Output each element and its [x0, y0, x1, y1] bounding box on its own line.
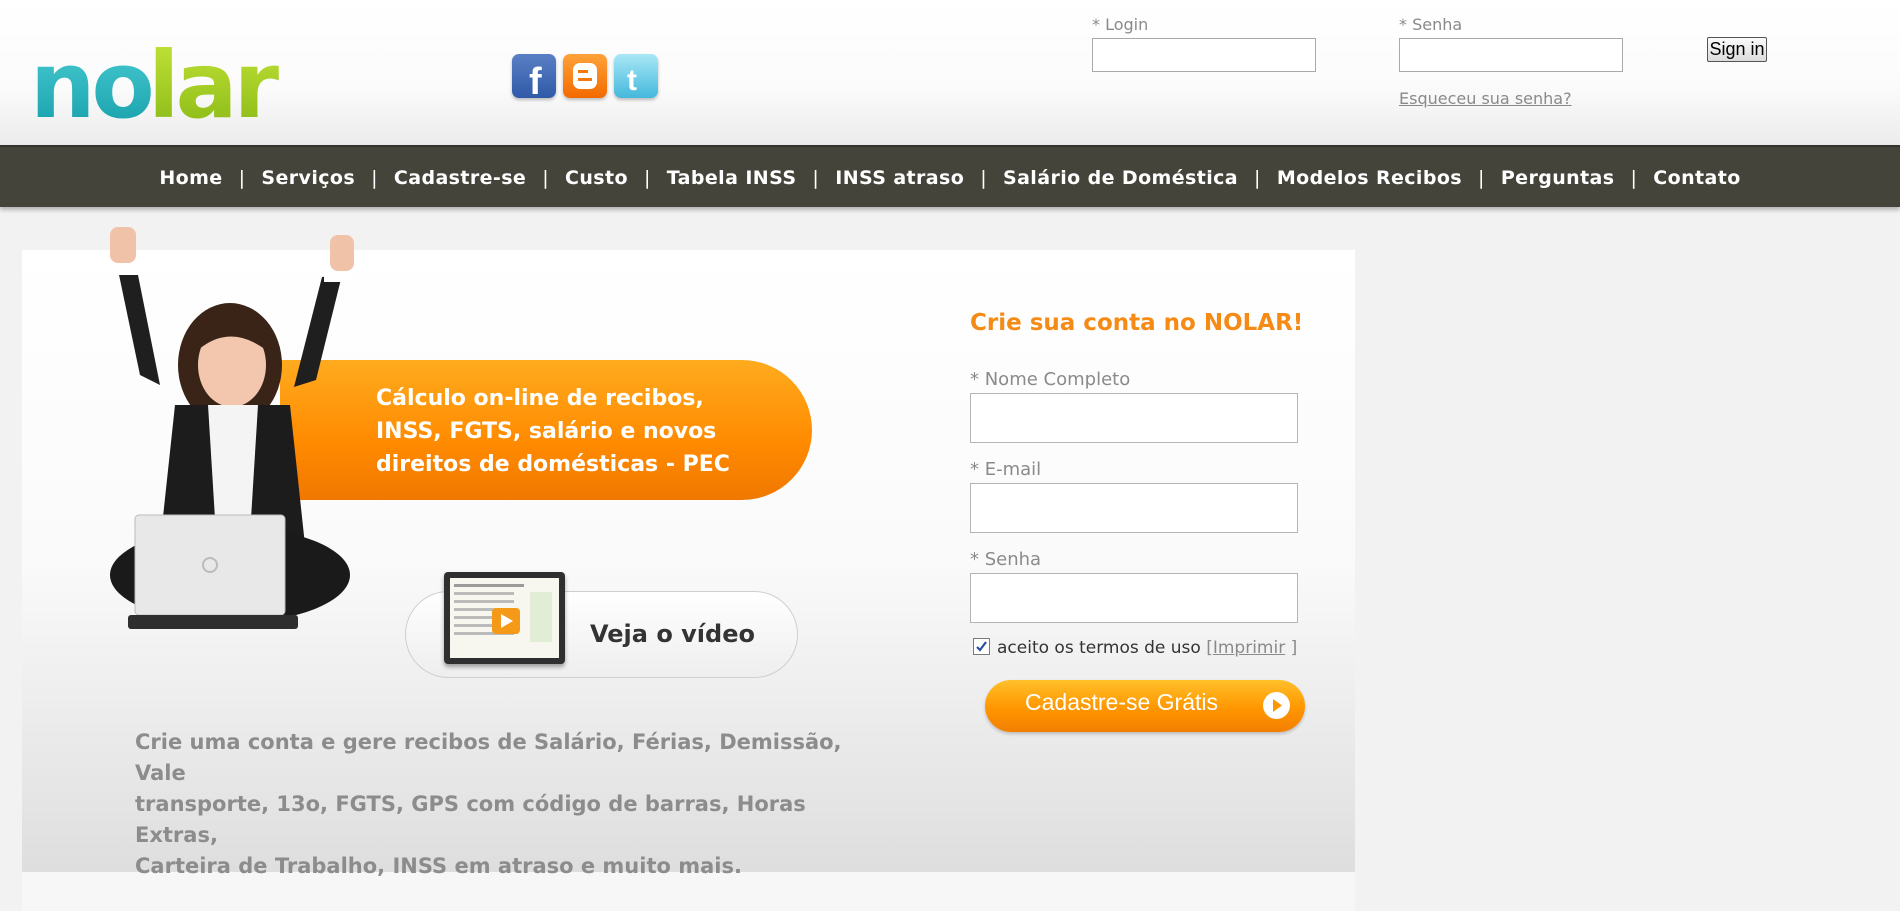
video-thumbnail[interactable]: [444, 572, 565, 664]
site-header: no lar f t * Login * Senha Sign in Esque…: [0, 0, 1900, 145]
signup-password-label: * Senha: [970, 549, 1042, 570]
svg-text:no: no: [30, 32, 151, 132]
nav-item-perguntas[interactable]: Perguntas: [1495, 167, 1621, 189]
forgot-password-link[interactable]: Esqueceu sua senha?: [1399, 89, 1572, 108]
nav-item-servi-os[interactable]: Serviços: [255, 167, 361, 189]
terms-bracket-close: ]: [1290, 638, 1298, 658]
main-nav: Home | Serviços | Cadastre-se | Custo | Tabela I…: [0, 145, 1900, 207]
description-line: Carteira de Trabalho, INSS em atraso e m…: [135, 854, 742, 878]
nav-item-sal-rio-de-dom-stica[interactable]: Salário de Doméstica: [997, 167, 1244, 189]
sign-in-button[interactable]: Sign in: [1707, 37, 1767, 62]
description-line: Crie uma conta e gere recibos de Salário…: [135, 730, 842, 785]
twitter-icon[interactable]: t: [614, 54, 658, 98]
login-label: * Login: [1092, 15, 1149, 34]
password-input[interactable]: [1399, 38, 1623, 72]
nav-item-tabela-inss[interactable]: Tabela INSS: [661, 167, 803, 189]
nav-list: Home | Serviços | Cadastre-se | Custo | Tabela I…: [0, 147, 1900, 209]
terms-text: aceito os termos de uso [Imprimir ]: [997, 638, 1297, 658]
nav-separator: |: [980, 167, 987, 189]
nav-separator: |: [371, 167, 378, 189]
nav-item-custo[interactable]: Custo: [559, 167, 634, 189]
svg-text:t: t: [627, 64, 637, 97]
video-preview-icon: [450, 578, 559, 658]
full-name-input[interactable]: [970, 393, 1298, 443]
promo-line: INSS, FGTS, salário e novos: [376, 419, 717, 444]
nav-item-inss-atraso[interactable]: INSS atraso: [829, 167, 970, 189]
nav-item-home[interactable]: Home: [153, 167, 228, 189]
description-line: transporte, 13o, FGTS, GPS com código de…: [135, 792, 806, 847]
svg-text:f: f: [529, 61, 542, 98]
nav-item-modelos-recibos[interactable]: Modelos Recibos: [1271, 167, 1468, 189]
nav-item-contato[interactable]: Contato: [1647, 167, 1746, 189]
woman-with-laptop-illustration: [110, 227, 354, 629]
terms-checkbox[interactable]: [973, 638, 990, 655]
watch-video-label[interactable]: Veja o vídeo: [590, 620, 755, 648]
facebook-icon[interactable]: f: [512, 54, 556, 103]
email-label: * E-mail: [970, 459, 1042, 480]
signup-free-label[interactable]: Cadastre-se Grátis: [1025, 689, 1218, 716]
login-input[interactable]: [1092, 38, 1316, 72]
nav-separator: |: [812, 167, 820, 189]
full-name-label: * Nome Completo: [970, 369, 1131, 390]
nav-separator: |: [1630, 167, 1638, 189]
nav-separator: |: [1478, 167, 1485, 189]
signup-password-input[interactable]: [970, 573, 1298, 623]
nav-item-cadastre-se[interactable]: Cadastre-se: [388, 167, 532, 189]
nolar-logo[interactable]: no lar: [30, 22, 285, 132]
promo-text: Cálculo on-line de recibos, INSS, FGTS, …: [376, 382, 776, 481]
nav-separator: |: [238, 167, 246, 189]
promo-line: Cálculo on-line de recibos,: [376, 386, 704, 411]
nav-separator: |: [1254, 167, 1261, 189]
email-input[interactable]: [970, 483, 1298, 533]
password-label: * Senha: [1399, 15, 1463, 34]
nav-separator: |: [542, 167, 550, 189]
hero-description: Crie uma conta e gere recibos de Salário…: [135, 727, 855, 882]
terms-label: aceito os termos de uso: [997, 638, 1201, 658]
blogger-icon[interactable]: [563, 54, 607, 98]
svg-text:lar: lar: [148, 32, 280, 132]
promo-line: direitos de domésticas - PEC: [376, 452, 730, 477]
signup-title: Crie sua conta no NOLAR!: [970, 310, 1304, 336]
print-terms-link[interactable]: Imprimir: [1213, 638, 1285, 658]
checkmark-icon: [976, 641, 987, 652]
terms-bracket-open: [: [1206, 638, 1213, 658]
play-arrow-icon[interactable]: [1263, 692, 1290, 719]
nav-separator: |: [643, 167, 651, 189]
